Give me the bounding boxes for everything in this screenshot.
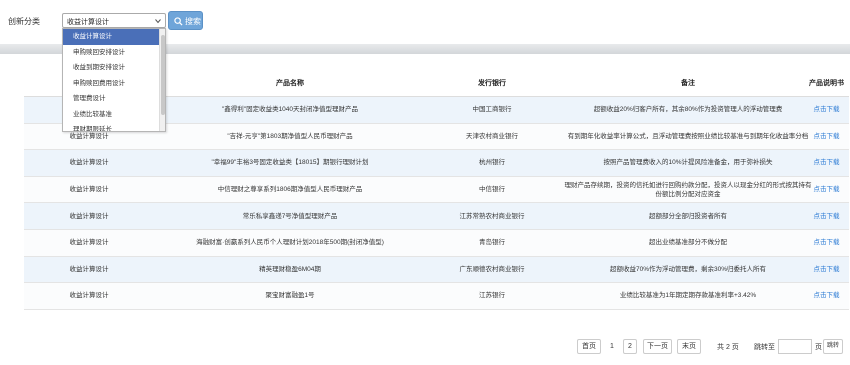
download-link[interactable]: 点击下载	[804, 203, 849, 229]
download-link[interactable]: 点击下载	[804, 124, 849, 150]
dropdown-option[interactable]: 申购赎回费用设计	[63, 76, 165, 92]
cell-note: 按照产品管理费收入的10%计提风险准备金，用于弥补损失	[603, 159, 773, 167]
cell-note: 理财产品存续期，投资的信托如进行回购约款分配，投资人以现金分红的形式按其持有份额…	[564, 181, 812, 198]
table-row: 收益计算设计 常乐私享鑫递7号净值型理财产品 江苏常熟农村商业银行 超额部分全部…	[24, 203, 849, 230]
search-icon	[174, 17, 183, 26]
download-link[interactable]: 点击下载	[804, 283, 849, 309]
search-button-label: 搜索	[185, 17, 201, 26]
table-row: 收益计算设计 聚宝财富融盈1号 江苏银行 业绩比较基准为1年期定期存款基准利率+…	[24, 283, 849, 310]
cell-bank: 杭州银行	[479, 159, 505, 167]
cell-product-name: "幸福99"丰裕3号固定收益类【18015】期银行理财计划	[211, 159, 369, 167]
table-row: 收益计算设计 海融财富·创赢系列人民币个人理财计划2018年500期(封闭净值型…	[24, 229, 849, 257]
download-link[interactable]: 点击下载	[804, 97, 849, 123]
dropdown-scrollbar[interactable]	[159, 29, 165, 131]
cell-bank: 江苏常熟农村商业银行	[459, 212, 525, 220]
cell-category: 收益计算设计	[69, 212, 109, 220]
last-page-button[interactable]: 末页	[677, 339, 701, 354]
cell-note: 超额部分全部归投资者所有	[649, 212, 727, 220]
cell-bank: 青岛银行	[479, 239, 505, 247]
chevron-down-icon	[155, 19, 161, 24]
cell-bank: 天津农村商业银行	[466, 132, 518, 140]
cell-bank: 江苏银行	[479, 292, 505, 300]
dropdown-option[interactable]: 收益计算设计	[63, 29, 165, 45]
table-row: 收益计算设计 "幸福99"丰裕3号固定收益类【18015】期银行理财计划 杭州银…	[24, 150, 849, 177]
download-link[interactable]: 点击下载	[804, 150, 849, 176]
cell-note: 超额收益70%作为浮动管理费，剩余30%归委托人所有	[609, 265, 767, 273]
header-bank: 发行银行	[478, 80, 506, 87]
cell-category: 收益计算设计	[69, 186, 109, 194]
cell-product-name: 中信理财之尊享系列1806期净值型人民币理财产品	[217, 186, 363, 194]
cell-category: 收益计算设计	[69, 159, 109, 167]
cell-product-name: 常乐私享鑫递7号净值型理财产品	[242, 212, 338, 220]
cell-product-name: 海融财富·创赢系列人民币个人理财计划2018年500期(封闭净值型)	[196, 239, 384, 247]
cell-category: 收益计算设计	[69, 239, 109, 247]
cell-product-name: 精英理财稳盈6M04期	[259, 265, 321, 273]
cell-bank: 中国工商银行	[472, 106, 512, 114]
page-2-button[interactable]: 2	[623, 339, 637, 354]
cell-product-name: "鑫得利"固定收益类1040天封闭净值型理财产品	[221, 106, 359, 114]
header-manual: 产品说明书	[809, 80, 844, 87]
dropdown-option[interactable]: 业绩比较基准	[63, 107, 165, 123]
cell-category: 收益计算设计	[69, 265, 109, 273]
pagination: 首页 1 2 下一页 末页 共 2 页 跳转至 页 跳转	[0, 339, 850, 355]
dropdown-option[interactable]: 管理费设计	[63, 91, 165, 107]
cell-note: 业绩比较基准为1年期定期存款基准利率+3.42%	[619, 292, 757, 300]
download-link[interactable]: 点击下载	[804, 177, 849, 203]
category-select[interactable]: 收益计算设计	[62, 13, 166, 28]
cell-bank: 中信银行	[479, 186, 505, 194]
dropdown-scroll-thumb[interactable]	[161, 35, 165, 115]
search-button[interactable]: 搜索	[168, 11, 203, 30]
page-1-button[interactable]: 1	[605, 339, 619, 354]
dropdown-option[interactable]: 理财期限延长	[63, 122, 165, 131]
cell-note: 有到期年化收益率计算公式，且浮动管理费按照业绩比较基准与到期年化收益率分档	[567, 132, 809, 140]
first-page-button[interactable]: 首页	[577, 339, 601, 354]
jump-label: 跳转至	[754, 344, 775, 351]
cell-bank: 广东顺德农村商业银行	[459, 265, 525, 273]
header-note: 备注	[681, 80, 695, 87]
cell-category: 收益计算设计	[69, 292, 109, 300]
cell-note: 超额收益20%归客户所有，其余80%作为投资管理人的浮动管理费	[593, 106, 783, 114]
page-unit: 页	[815, 344, 822, 351]
total-pages: 共 2 页	[717, 344, 739, 351]
jump-button[interactable]: 跳转	[823, 339, 843, 354]
dropdown-option[interactable]: 收益到期安排设计	[63, 60, 165, 76]
filter-label: 创新分类	[8, 17, 40, 26]
category-select-value: 收益计算设计	[67, 19, 109, 26]
cell-note: 超出业绩基准部分不做分配	[649, 239, 727, 247]
next-page-button[interactable]: 下一页	[643, 339, 672, 354]
download-link[interactable]: 点击下载	[804, 230, 849, 256]
table-row: 收益计算设计 中信理财之尊享系列1806期净值型人民币理财产品 中信银行 理财产…	[24, 176, 849, 204]
table-row: 收益计算设计 精英理财稳盈6M04期 广东顺德农村商业银行 超额收益70%作为浮…	[24, 256, 849, 284]
jump-page-input[interactable]	[778, 339, 812, 354]
category-dropdown[interactable]: 收益计算设计 申购赎回安排设计 收益到期安排设计 申购赎回费用设计 管理费设计 …	[62, 28, 166, 132]
cell-product-name: 聚宝财富融盈1号	[265, 292, 315, 300]
dropdown-option[interactable]: 申购赎回安排设计	[63, 45, 165, 61]
header-product-name: 产品名称	[276, 80, 304, 87]
cell-product-name: "吉祥-元亨"第1803期净值型人民币理财产品	[227, 132, 353, 140]
download-link[interactable]: 点击下载	[804, 257, 849, 283]
